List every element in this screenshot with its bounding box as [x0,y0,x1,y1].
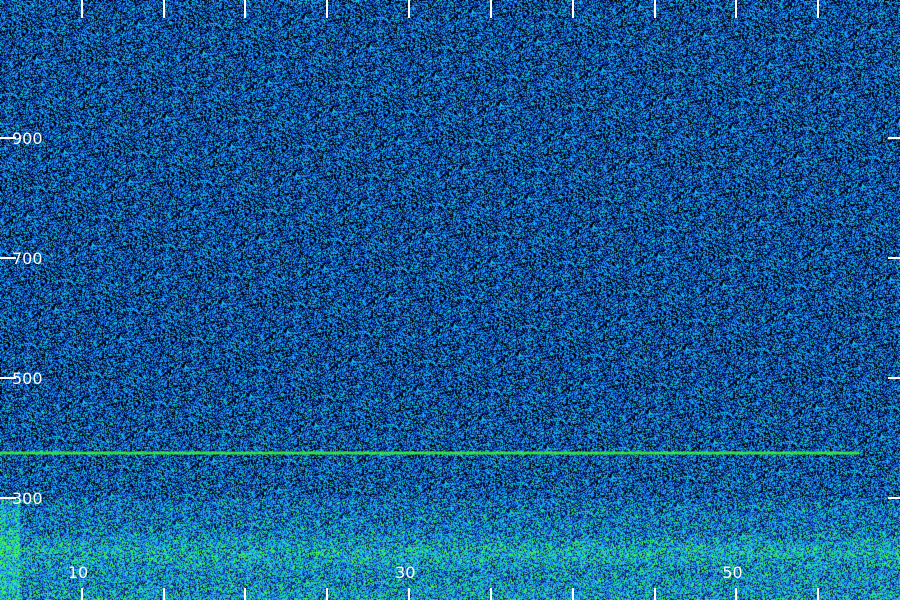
y-tick-label-700: 700 [12,249,43,268]
y-tick-label-900: 900 [12,129,43,148]
y-tick-label-500: 500 [12,369,43,388]
x-tick-label-10: 10 [68,563,88,582]
x-tick-label-30: 30 [395,563,415,582]
y-tick-label-300: 300 [12,489,43,508]
axis-overlay: 10 30 50 300 500 700 900 [0,0,900,600]
x-tick-label-50: 50 [722,563,742,582]
